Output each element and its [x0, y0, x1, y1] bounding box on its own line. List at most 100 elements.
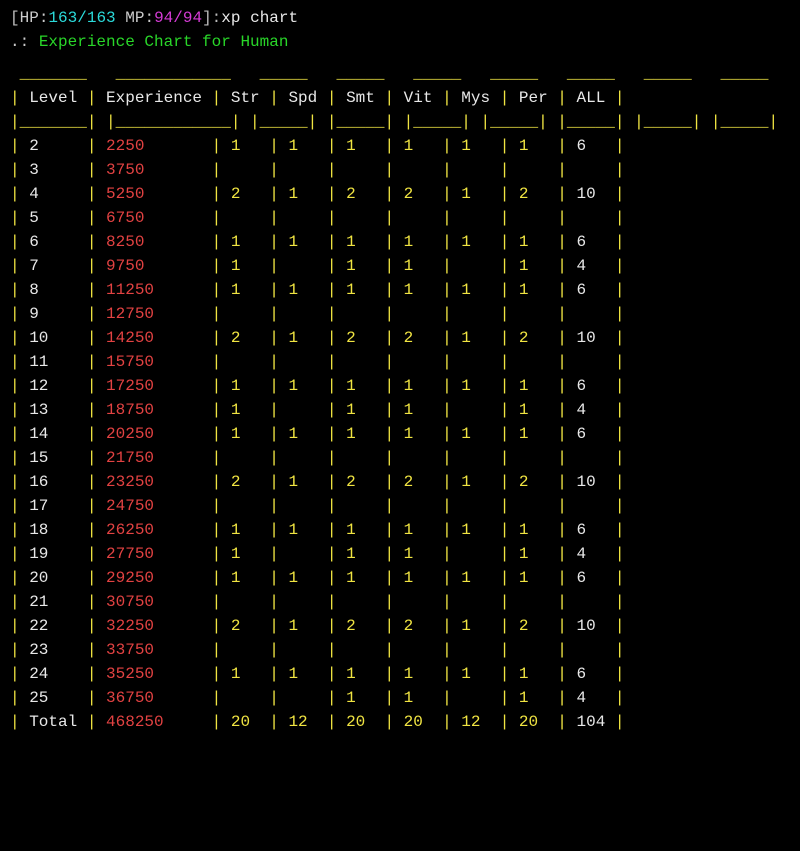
cell-all: [577, 590, 615, 614]
table-divider: |: [615, 350, 625, 374]
col-header-smt: Smt: [346, 86, 384, 110]
table-divider: |: [615, 422, 625, 446]
table-divider: |: [327, 230, 346, 254]
cell-per: 1: [519, 278, 557, 302]
table-divider: |: [384, 182, 403, 206]
table-divider: |: [557, 182, 576, 206]
hp-current: 163: [48, 9, 77, 27]
table-divider: |: [212, 518, 231, 542]
table-divider: |: [10, 158, 29, 182]
cell-mys: [461, 638, 499, 662]
cell-smt: [346, 302, 384, 326]
table-divider: |: [327, 206, 346, 230]
table-divider: |: [500, 518, 519, 542]
table-divider: |: [557, 302, 576, 326]
table-divider: |: [384, 446, 403, 470]
table-divider: |: [442, 542, 461, 566]
table-divider: |: [269, 494, 288, 518]
table-divider: |: [212, 494, 231, 518]
table-divider: |: [327, 710, 346, 734]
table-divider: |: [442, 686, 461, 710]
table-divider: |: [615, 326, 625, 350]
table-divider: |: [87, 494, 106, 518]
header-top-rule: _______ ____________ _____ _____ _____ _…: [10, 62, 790, 86]
table-divider: |: [269, 206, 288, 230]
cell-all: 4: [577, 398, 615, 422]
cell-level: 9: [29, 302, 87, 326]
cell-smt: 2: [346, 182, 384, 206]
table-divider: |: [615, 398, 625, 422]
table-divider: |: [384, 518, 403, 542]
cell-level: 25: [29, 686, 87, 710]
cell-spd: [288, 302, 326, 326]
cell-experience: 11250: [106, 278, 212, 302]
cell-vit: 1: [404, 398, 442, 422]
table-divider: |: [10, 302, 29, 326]
table-divider: |: [269, 542, 288, 566]
table-divider: |: [269, 278, 288, 302]
cell-spd: [288, 446, 326, 470]
table-divider: |: [442, 374, 461, 398]
cell-str: [231, 446, 269, 470]
cell-smt: 1: [346, 422, 384, 446]
table-divider: |: [500, 350, 519, 374]
cell-experience: 20250: [106, 422, 212, 446]
table-divider: |: [327, 278, 346, 302]
table-divider: |: [10, 86, 29, 110]
table-divider: |: [557, 398, 576, 422]
cell-mys: [461, 686, 499, 710]
table-divider: |: [10, 590, 29, 614]
cell-spd: 1: [288, 278, 326, 302]
cell-spd: [288, 590, 326, 614]
cell-experience: 6750: [106, 206, 212, 230]
cell-mys: 1: [461, 374, 499, 398]
table-row: | 19 | 27750 | 1 | | 1 | 1 | | 1 | 4 |: [10, 542, 790, 566]
cell-per: 1: [519, 686, 557, 710]
table-divider: |: [500, 686, 519, 710]
table-divider: |: [212, 254, 231, 278]
table-divider: |: [384, 638, 403, 662]
cell-experience: 9750: [106, 254, 212, 278]
cell-str: 1: [231, 254, 269, 278]
command-text[interactable]: xp chart: [221, 9, 298, 27]
table-divider: |: [269, 686, 288, 710]
table-divider: |: [212, 422, 231, 446]
cell-per: [519, 158, 557, 182]
cell-experience: 14250: [106, 326, 212, 350]
table-divider: |: [557, 662, 576, 686]
cell-spd: [288, 254, 326, 278]
table-divider: |: [384, 302, 403, 326]
cell-vit: 2: [404, 182, 442, 206]
table-divider: |: [269, 590, 288, 614]
cell-per: 2: [519, 326, 557, 350]
col-header-vit: Vit: [404, 86, 442, 110]
cell-experience: 23250: [106, 470, 212, 494]
cell-all: 10: [577, 470, 615, 494]
table-divider: |: [500, 134, 519, 158]
table-divider: |: [269, 638, 288, 662]
cell-mys: 1: [461, 182, 499, 206]
table-divider: |: [557, 134, 576, 158]
cell-per: 1: [519, 134, 557, 158]
table-divider: |: [87, 206, 106, 230]
table-row: | 10 | 14250 | 2 | 1 | 2 | 2 | 1 | 2 | 1…: [10, 326, 790, 350]
cell-per: [519, 638, 557, 662]
table-divider: |: [327, 494, 346, 518]
cell-spd: 1: [288, 614, 326, 638]
cell-spd: 1: [288, 518, 326, 542]
table-divider: |: [442, 326, 461, 350]
cell-spd: 1: [288, 566, 326, 590]
cell-experience: 29250: [106, 566, 212, 590]
cell-str: 1: [231, 398, 269, 422]
table-divider: |: [615, 494, 625, 518]
cell-str: 1: [231, 422, 269, 446]
cell-all: 6: [577, 662, 615, 686]
cell-vit: [404, 302, 442, 326]
table-divider: |: [557, 278, 576, 302]
cell-vit: [404, 350, 442, 374]
table-row: | 6 | 8250 | 1 | 1 | 1 | 1 | 1 | 1 | 6 |: [10, 230, 790, 254]
table-divider: |: [500, 230, 519, 254]
table-divider: |: [327, 302, 346, 326]
cell-mys: [461, 254, 499, 278]
table-divider: |: [212, 326, 231, 350]
